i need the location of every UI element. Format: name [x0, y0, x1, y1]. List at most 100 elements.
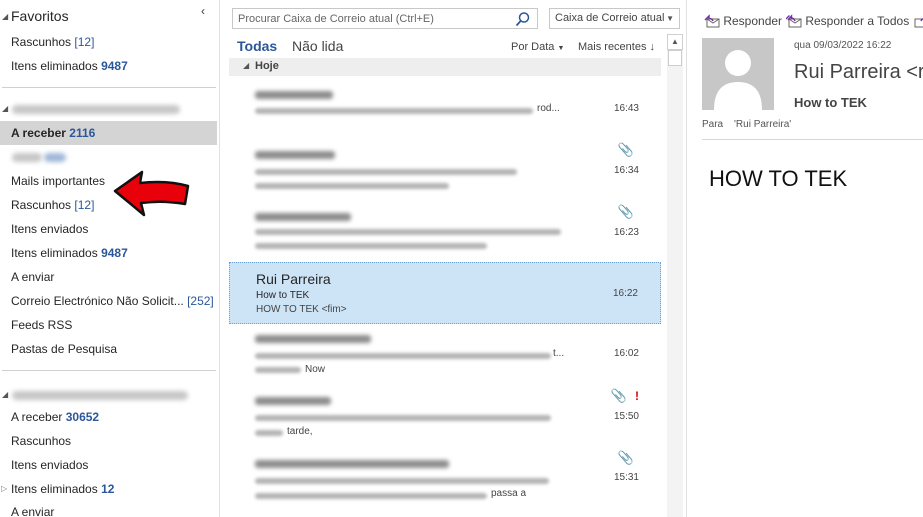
scroll-up-arrow-icon[interactable]: ▲	[667, 34, 683, 50]
folder-outbox-2[interactable]: A enviar	[0, 500, 217, 517]
folder-inbox[interactable]: A receber 2116	[0, 121, 217, 145]
to-recipient[interactable]: 'Rui Parreira'	[734, 119, 791, 130]
folder-label: A enviar	[11, 505, 55, 517]
message-item[interactable]: rod... 16:43	[229, 80, 661, 142]
redacted-subject	[255, 169, 517, 175]
redacted-subject	[255, 108, 533, 114]
message-item-selected[interactable]: Rui Parreira How to TEK HOW TO TEK <fim>…	[229, 262, 661, 324]
folder-label: Itens enviados	[11, 458, 89, 472]
folder-label: Itens eliminados	[11, 246, 98, 260]
redacted-subject	[255, 415, 551, 421]
folder-count: 9487	[101, 246, 128, 260]
folder-redacted[interactable]	[0, 145, 217, 169]
preview-tail: tarde,	[287, 426, 313, 437]
scrollbar-track[interactable]	[667, 34, 683, 517]
arrow-down-icon: ↓	[649, 41, 656, 53]
message-time: 16:43	[613, 103, 639, 114]
divider	[2, 370, 216, 371]
folder-pane: ◢ Favoritos ‹ Rascunhos [12] Itens elimi…	[0, 0, 220, 517]
message-date: qua 09/03/2022 16:22	[794, 40, 892, 51]
folder-sent[interactable]: Itens enviados	[0, 217, 217, 241]
redacted-preview	[255, 430, 283, 436]
red-arrow-icon	[113, 170, 190, 217]
folder-label: Mails importantes	[11, 174, 106, 188]
account-header-2[interactable]: ◢	[0, 383, 217, 407]
message-time: 16:22	[612, 288, 638, 299]
folder-label: Rascunhos	[11, 35, 72, 49]
reply-all-label: Responder a Todos	[805, 14, 910, 28]
message-item[interactable]: t... Now 16:02	[229, 326, 661, 388]
folder-drafts-2[interactable]: Rascunhos	[0, 429, 217, 453]
redacted-account-name	[12, 391, 188, 400]
folder-count: 12	[101, 482, 115, 496]
collapse-triangle-icon[interactable]: ◢	[243, 61, 249, 70]
message-item[interactable]: passa a 📎 15:31	[229, 450, 661, 512]
message-sender: Rui Parreira	[256, 271, 331, 287]
subject-tail: rod...	[537, 103, 560, 114]
folder-count: 30652	[65, 410, 100, 424]
redacted-subject	[255, 478, 549, 484]
account-header-1[interactable]: ◢	[0, 97, 217, 121]
message-item[interactable]: 📎 16:23	[229, 204, 661, 266]
favorites-title: Favoritos	[11, 8, 69, 24]
folder-rss[interactable]: Feeds RSS	[0, 313, 217, 337]
search-icon[interactable]	[515, 11, 531, 27]
forward-button[interactable]	[914, 14, 923, 28]
folder-deleted[interactable]: Itens eliminados 9487	[0, 241, 217, 265]
reading-sender[interactable]: Rui Parreira <r	[794, 61, 923, 84]
redacted-folder-count	[44, 153, 66, 162]
expand-triangle-icon[interactable]: ◢	[2, 12, 8, 21]
reply-all-button[interactable]: Responder a Todos	[785, 14, 910, 28]
search-input[interactable]	[233, 9, 513, 28]
fav-folder-drafts[interactable]: Rascunhos [12]	[0, 30, 217, 54]
folder-sent-2[interactable]: Itens enviados	[0, 453, 217, 477]
expand-triangle-icon[interactable]: ◢	[2, 390, 8, 399]
search-scope-dropdown[interactable]: Caixa de Correio atual ▼	[549, 8, 680, 29]
message-list-pane: Caixa de Correio atual ▼ Todas Não lida …	[221, 0, 687, 517]
group-header-today[interactable]: ◢ Hoje	[229, 58, 661, 76]
redacted-preview	[255, 367, 301, 373]
redacted-subject	[255, 353, 551, 359]
redacted-preview	[255, 243, 487, 249]
sort-by-label: Por Data	[511, 41, 555, 53]
redacted-preview	[255, 493, 487, 499]
redacted-account-name	[12, 105, 180, 114]
sort-order-label: Mais recentes	[578, 41, 647, 53]
preview-tail: Now	[305, 364, 326, 375]
redacted-sender	[255, 335, 371, 343]
message-time: 15:50	[613, 411, 639, 422]
redacted-sender	[255, 91, 333, 99]
expand-triangle-icon[interactable]: ◢	[2, 104, 8, 113]
folder-label: A receber	[11, 410, 63, 424]
folder-search[interactable]: Pastas de Pesquisa	[0, 337, 217, 361]
message-item[interactable]: tarde, 📎 ! 15:50	[229, 388, 661, 450]
message-subject: How to TEK	[256, 290, 310, 301]
redacted-sender	[255, 397, 331, 405]
folder-outbox[interactable]: A enviar	[0, 265, 217, 289]
redacted-folder-name	[12, 153, 42, 162]
reply-button[interactable]: Responder	[704, 14, 782, 28]
folder-junk[interactable]: Correio Electrónico Não Solicit... [252]	[0, 289, 217, 313]
folder-deleted-2[interactable]: ▷ Itens eliminados 12	[0, 477, 217, 501]
tab-unread[interactable]: Não lida	[292, 38, 343, 54]
divider	[2, 87, 216, 88]
avatar	[702, 38, 774, 110]
tab-all[interactable]: Todas	[237, 38, 277, 54]
folder-inbox-2[interactable]: A receber 30652	[0, 405, 217, 429]
paperclip-icon: 📎	[617, 450, 634, 465]
sort-order-toggle[interactable]: Mais recentes ↓	[578, 41, 655, 53]
message-item[interactable]: 📎 16:34	[229, 142, 661, 204]
sort-by-dropdown[interactable]: Por Data ▼	[511, 41, 564, 53]
reading-pane: Responder Responder a Todos qua 09/03/20…	[688, 0, 923, 517]
expand-triangle-icon[interactable]: ▷	[1, 477, 7, 501]
to-label: Para	[702, 119, 724, 130]
search-box[interactable]	[232, 8, 538, 29]
collapse-pane-icon[interactable]: ‹	[201, 4, 205, 18]
folder-count: 9487	[101, 59, 128, 73]
fav-folder-deleted[interactable]: Itens eliminados 9487	[0, 54, 217, 78]
redacted-sender	[255, 460, 449, 468]
folder-label: Itens enviados	[11, 222, 89, 236]
favorites-header[interactable]: ◢ Favoritos	[0, 4, 220, 28]
folder-count: [12]	[74, 198, 95, 212]
scrollbar-thumb[interactable]	[668, 50, 682, 66]
